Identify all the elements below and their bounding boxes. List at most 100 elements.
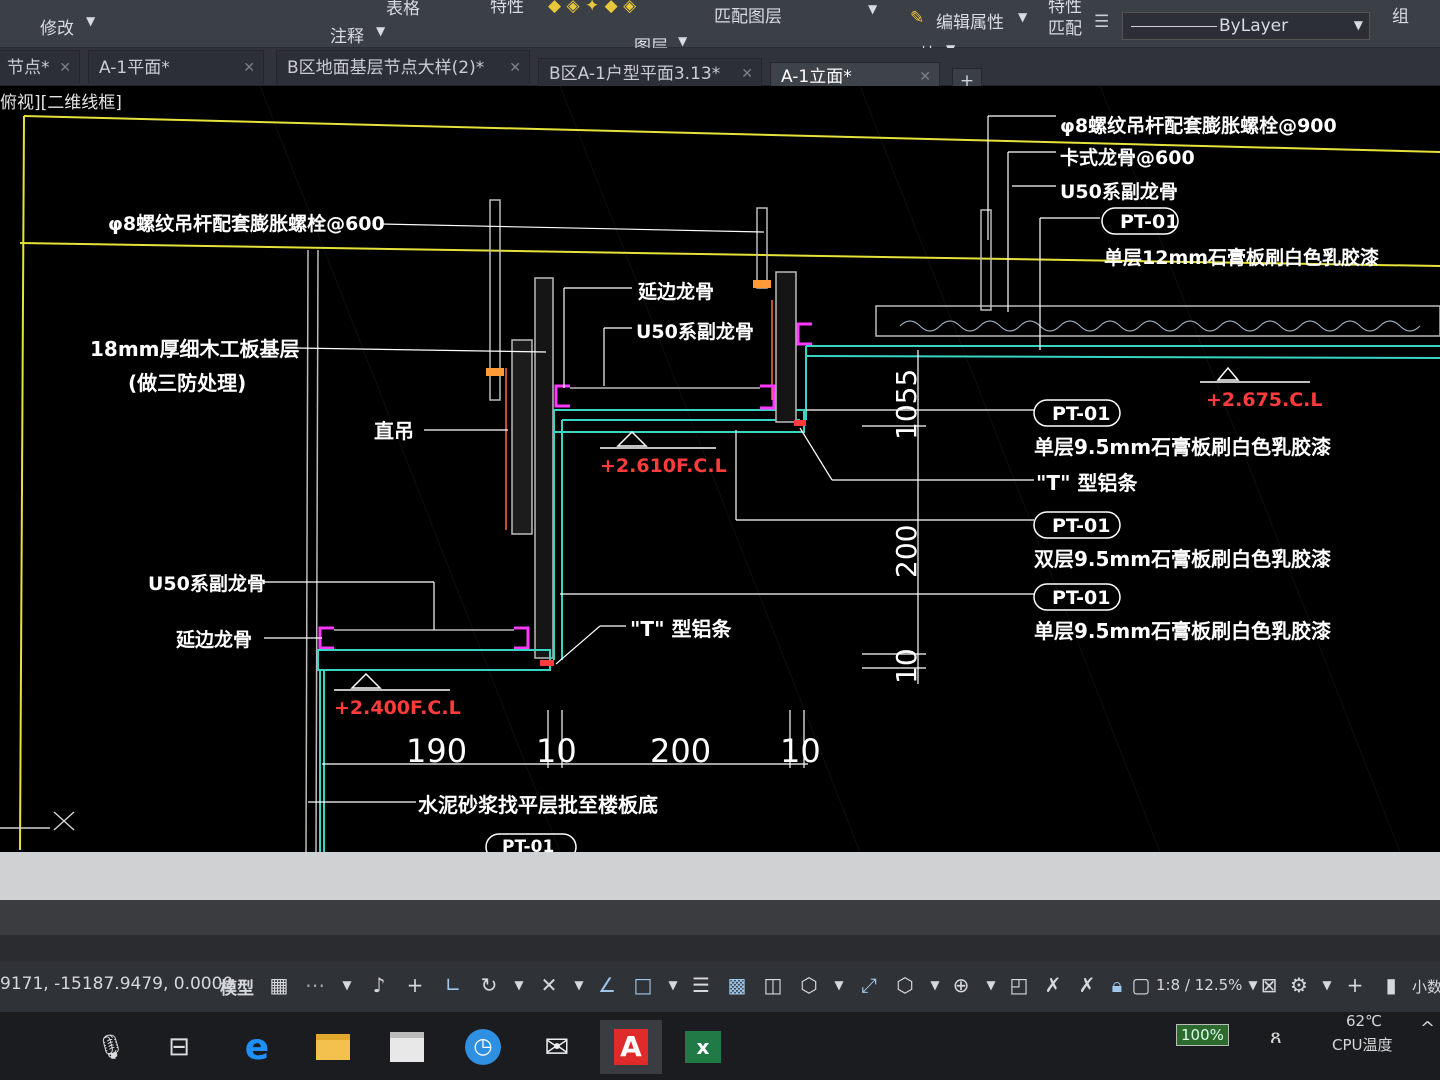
cad-drawing[interactable]: φ8螺纹吊杆配套膨胀螺栓@900 卡式龙骨@600 U50系副龙骨 PT-01 … [0,86,1440,852]
polar-icon[interactable]: ↻ [476,970,502,1000]
gear-icon[interactable]: ⚙ [1286,970,1312,1000]
excel-app-icon[interactable]: x [678,1022,728,1072]
microphone-icon[interactable]: 🎙︎ [86,1022,136,1072]
close-icon[interactable]: ✕ [59,51,71,85]
snap-icon[interactable]: ⋯ [302,970,328,1000]
selection-cycling-icon[interactable]: ◫ [760,970,786,1000]
lock-icon[interactable]: 🔒︎ [1104,970,1130,1000]
dynamic-ucs-icon[interactable]: ∟ [440,970,466,1000]
autocad-app-icon[interactable]: A [600,1020,662,1074]
table-button[interactable]: 表格 [386,0,420,19]
chevron-down-icon[interactable]: ▼ [86,14,95,28]
modify-panel-label[interactable]: 修改 [40,14,74,39]
mail-icon[interactable]: ✉ [532,1022,582,1072]
osnap-icon[interactable]: □ [630,970,656,1000]
tab-label: A-1平面* [99,58,170,78]
properties-button[interactable]: 特性 [490,0,524,17]
chevron-up-icon[interactable]: ^ [1420,1018,1435,1039]
chevron-down-icon[interactable]: ▼ [978,970,1004,1000]
chevron-down-icon[interactable]: ▼ [1018,10,1027,24]
store-icon[interactable] [382,1022,432,1072]
pt-1: PT-01 [1052,403,1110,425]
note-rod-900: φ8螺纹吊杆配套膨胀螺栓@900 [1060,114,1337,137]
edit-attributes-icon[interactable]: ✎ [910,8,924,28]
layer-icon[interactable]: ◆ ◈ ✦ ◆ ◈ [548,0,636,16]
clock-app-icon[interactable]: ◷ [458,1022,508,1072]
transparency-icon[interactable]: ▩ [724,970,750,1000]
chevron-down-icon[interactable]: ▼ [826,970,852,1000]
note-u50-low: U50系副龙骨 [148,572,266,595]
chevron-down-icon[interactable]: ▼ [1314,970,1340,1000]
chevron-down-icon[interactable]: ▼ [334,970,360,1000]
plus-icon[interactable]: + [1342,970,1368,1000]
isodraft-icon[interactable]: ✕ [536,970,562,1000]
chevron-down-icon[interactable]: ▼ [376,24,385,38]
gizmo-icon[interactable]: ⊕ [948,970,974,1000]
note-edge-keel-2: 延边龙骨 [175,628,252,651]
list-icon[interactable]: ☰ [1094,12,1109,32]
match-layer-button[interactable]: 匹配图层 [714,2,782,27]
tab-label: B区A-1户型平面3.13* [549,64,721,84]
chevron-down-icon[interactable]: ▼ [868,2,877,16]
mortar-layer [319,670,325,852]
dim-10-a: 10 [536,732,577,770]
note-board-2: 双层9.5mm石膏板刷白色乳胶漆 [1034,547,1331,571]
close-icon[interactable]: ✕ [741,59,753,89]
edge-browser-icon[interactable]: e [232,1022,282,1072]
line-preview [1131,26,1217,27]
dynamic-input-icon[interactable]: ⤢ [856,970,882,1000]
annotation-autoscale-icon[interactable]: ✗ [1074,970,1100,1000]
tab-label: A-1立面* [781,67,852,87]
hardware-acceleration-icon[interactable]: ▮ [1378,970,1404,1000]
tab-b-a1-plan[interactable]: B区A-1户型平面3.13* ✕ [538,58,762,88]
annotation-scale-icon[interactable]: ✗ [1040,970,1066,1000]
tab-a1-plan[interactable]: A-1平面* ✕ [88,50,264,84]
chevron-down-icon: ▼ [1353,18,1363,32]
chevron-down-icon[interactable]: ▼ [566,970,592,1000]
note-rod-600: φ8螺纹吊杆配套膨胀螺栓@600 [108,212,385,235]
task-view-icon[interactable]: ⊟ [154,1022,204,1072]
note-t-strip-1: "T" 型铝条 [1036,471,1138,495]
people-icon[interactable]: ጸ [1270,1024,1282,1048]
file-explorer-icon[interactable] [308,1022,358,1072]
drawing-canvas[interactable]: φ8螺纹吊杆配套膨胀螺栓@900 卡式龙骨@600 U50系副龙骨 PT-01 … [0,86,1440,852]
chevron-down-icon[interactable]: ▼ [506,970,532,1000]
ortho-icon[interactable]: ♪ [366,970,392,1000]
vertical-drop [534,277,554,659]
tab-node[interactable]: 节点* ✕ [0,50,80,84]
viewport-scale-icon[interactable]: ▢ [1128,970,1154,1000]
chevron-down-icon[interactable]: ▼ [660,970,686,1000]
tab-b-floor-detail[interactable]: B区地面基层节点大样(2)* ✕ [276,50,530,84]
note-board-3: 单层9.5mm石膏板刷白色乳胶漆 [1034,619,1331,643]
edge-keels [318,322,812,650]
object-track-icon[interactable]: ∠ [594,970,620,1000]
annotation-visibility-icon[interactable]: ⬡ [892,970,918,1000]
annotate-panel-label[interactable]: 注释 [330,22,364,47]
pt-3: PT-01 [1052,587,1110,609]
edit-attributes-button[interactable]: 编辑属性 [936,8,1004,33]
viewport-label[interactable]: 俯视][二维线框] [0,88,122,113]
note-u50-mid: U50系副龙骨 [636,320,754,343]
model-button[interactable]: 模型 [220,974,254,999]
linetype-dropdown[interactable]: ByLayer ▼ [1122,12,1370,40]
annotation-monitor-icon[interactable]: ⊠ [1256,970,1282,1000]
infer-icon[interactable]: + [402,970,428,1000]
match-button[interactable]: 匹配 [1048,14,1082,39]
battery-indicator[interactable]: 100% [1176,1024,1229,1046]
dim-10-b: 10 [780,732,821,770]
chevron-down-icon[interactable]: ▼ [678,34,687,48]
dim-200-horizontal: 200 [650,732,711,770]
coordinate-readout[interactable]: 9171, -15187.9479, 0.0000 [0,974,233,994]
level-2610: +2.610F.C.L [600,455,727,477]
viewport-icon[interactable]: ◰ [1006,970,1032,1000]
chevron-down-icon[interactable]: ▼ [922,970,948,1000]
close-icon[interactable]: ✕ [243,51,255,85]
close-icon[interactable]: ✕ [509,51,521,85]
group-button[interactable]: 组 [1392,2,1409,27]
lineweight-icon[interactable]: ☰ [688,970,714,1000]
grid-icon[interactable]: ▦ [266,970,292,1000]
3d-osnap-icon[interactable]: ⬡ [796,970,822,1000]
scale-value[interactable]: 1:8 / 12.5% [1156,976,1242,994]
ribbon: 修改 ▼ 注释 ▼ 表格 特性 ◆ ◈ ✦ ◆ ◈ 匹配图层 图层 ▼ ▼ ✎ … [0,0,1440,83]
units-label[interactable]: 小数 [1412,976,1440,997]
